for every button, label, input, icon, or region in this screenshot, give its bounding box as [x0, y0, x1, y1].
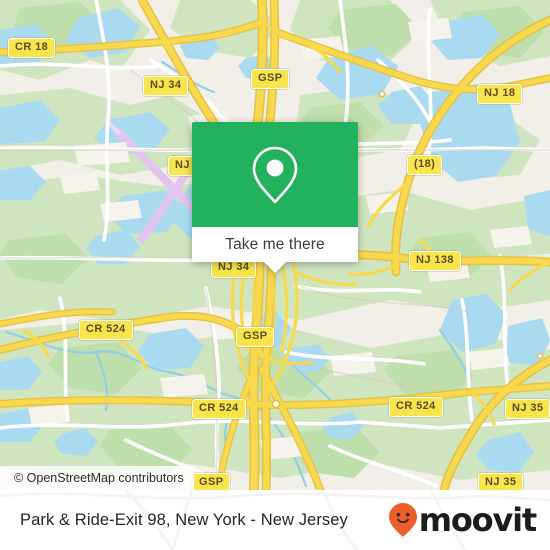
road-shield-label: CR 524 — [389, 397, 443, 417]
map-screenshot: CR 18 NJ 34 GSP NJ 18 NJ (18) NJ 34 NJ 138 CR 52… — [0, 0, 550, 550]
moovit-smiley-pin-icon — [388, 503, 417, 537]
osm-attribution-text: © OpenStreetMap contributors — [14, 471, 184, 485]
road-shield-label: GSP — [251, 69, 290, 89]
footer-bar: Park & Ride-Exit 98, New York - New Jers… — [0, 490, 550, 550]
road-shield-label: GSP — [236, 327, 275, 347]
road-shield-label: NJ 35 — [478, 473, 524, 490]
take-me-there-label: Take me there — [225, 235, 325, 253]
road-shield-label: NJ 18 — [477, 84, 523, 104]
map-popup-card[interactable]: Take me there — [192, 122, 358, 273]
road-shield-label: NJ 35 — [505, 399, 550, 419]
osm-attribution[interactable]: © OpenStreetMap contributors — [0, 466, 194, 490]
road-shield-label: GSP — [192, 473, 231, 490]
popup-action-bar[interactable]: Take me there — [192, 227, 358, 262]
popup-header — [192, 122, 358, 227]
road-shield-label: CR 524 — [79, 320, 133, 340]
location-pin-icon — [252, 146, 298, 203]
road-shield-label: (18) — [407, 155, 443, 175]
road-shield-label: NJ 34 — [143, 76, 189, 96]
popup-tail-pointer — [264, 262, 286, 273]
road-shield-label: CR 524 — [192, 399, 246, 419]
road-shield-label: CR 18 — [8, 38, 56, 58]
road-shield-label: NJ 138 — [409, 251, 461, 271]
moovit-wordmark: moovit — [418, 501, 537, 539]
place-title: Park & Ride-Exit 98, New York - New Jers… — [20, 510, 348, 529]
moovit-logo[interactable]: moovit — [388, 501, 537, 539]
